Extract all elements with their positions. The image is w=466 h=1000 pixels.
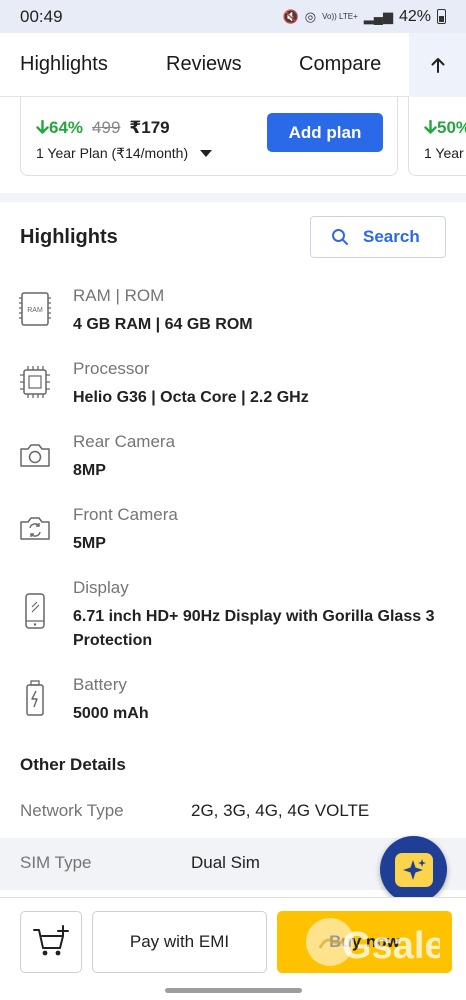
cart-plus-icon [33,925,69,956]
bottom-action-bar: Pay with EMI Buy now [0,897,466,1000]
tab-highlights[interactable]: Highlights [20,53,108,76]
spec-label: RAM | ROM [73,286,165,305]
plan-price-row: 64% 499 ₹179 [36,118,170,138]
spec-value: 6.71 inch HD+ 90Hz Display with Gorilla … [73,608,435,649]
plan-card: 64% 499 ₹179 1 Year Plan (₹14/month) Add… [20,97,398,176]
status-icons: 🔇 ◎ Vo)) LTE+ ▂▄▆ 42% [283,8,446,26]
status-battery-icon [437,9,446,24]
plan-term-label: 1 Year Plan (₹14/month) [36,145,189,161]
assistant-fab[interactable] [380,836,447,903]
add-to-cart-button[interactable] [20,911,82,973]
plan-discount: 64% [36,118,83,138]
status-time: 00:49 [20,6,63,26]
highlights-title: Highlights [20,226,118,248]
spec-value: 5000 mAh [73,705,149,722]
scroll-to-top-button[interactable] [409,33,466,97]
search-label: Search [363,227,420,246]
arrow-up-icon [431,58,444,73]
plan-price: ₹179 [129,118,170,137]
signal-icon: ▂▄▆ [363,8,393,24]
pay-with-emi-button[interactable]: Pay with EMI [92,911,267,973]
network-label: Vo)) LTE+ [322,12,358,21]
spec-label: Battery [73,675,127,694]
section-tabs: Highlights Reviews Compare [0,33,466,97]
search-button[interactable]: Search [310,216,446,258]
spec-value: Helio G36 | Octa Core | 2.2 GHz [73,389,309,406]
plan-mrp: 499 [92,118,121,137]
processor-icon [18,363,52,401]
section-divider [0,193,466,202]
detail-value: Dual Sim [191,853,260,872]
spec-label: Rear Camera [73,432,176,451]
status-bar: 00:49 🔇 ◎ Vo)) LTE+ ▂▄▆ 42% [0,0,466,33]
home-indicator[interactable] [165,988,302,993]
spec-value: 5MP [73,535,106,552]
detail-key: Network Type [20,801,124,820]
battery-icon [18,679,52,717]
protection-plans: 64% 499 ₹179 1 Year Plan (₹14/month) Add… [0,97,466,193]
next-plan-discount: 50% [424,118,466,138]
spec-label: Front Camera [73,505,178,524]
detail-key: SIM Type [20,853,92,872]
camera-icon [18,436,52,474]
other-details-title: Other Details [20,755,126,774]
tab-reviews[interactable]: Reviews [166,53,242,76]
next-plan-discount-value: 50% [437,118,466,137]
next-plan-term: 1 Year [424,145,464,161]
tab-compare[interactable]: Compare [299,53,381,76]
front-camera-icon [18,509,52,547]
search-icon [332,229,348,245]
ram-chip-text: RAM [27,307,43,314]
caret-down-icon [200,150,213,157]
spec-value: 8MP [73,462,106,479]
spec-value: 4 GB RAM | 64 GB ROM [73,316,253,333]
detail-value: 2G, 3G, 4G, 4G VOLTE [191,801,370,820]
battery-percent: 42% [398,7,431,25]
sparkle-chat-icon [394,852,433,887]
arrow-down-icon [36,119,49,134]
hotspot-icon: ◎ [304,8,317,24]
plan-term-dropdown[interactable]: 1 Year Plan (₹14/month) [36,145,213,162]
buy-now-button[interactable]: Buy now [277,911,452,973]
mute-icon: 🔇 [282,8,299,24]
spec-label: Display [73,578,129,597]
next-plan-price-row: 50% [424,118,466,138]
plan-discount-value: 64% [49,118,84,137]
arrow-down-icon [424,119,437,134]
add-plan-button[interactable]: Add plan [267,113,383,152]
phone-display-icon [18,592,52,630]
detail-row-network: Network Type 2G, 3G, 4G, 4G VOLTE [0,786,466,838]
plan-card-next[interactable]: 50% 1 Year [408,97,466,176]
ram-chip-icon: RAM [18,290,52,328]
spec-label: Processor [73,359,150,378]
